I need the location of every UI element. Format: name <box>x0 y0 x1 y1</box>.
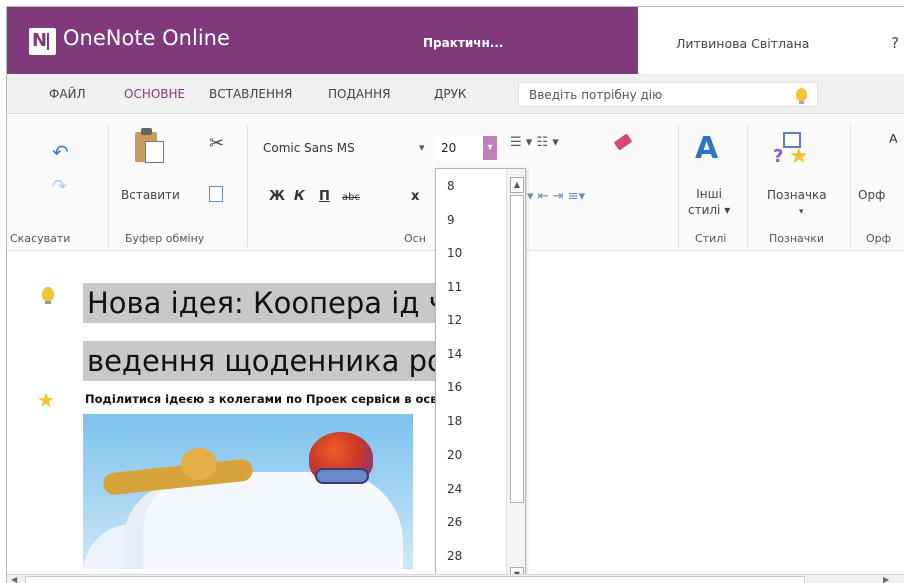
font-size-option[interactable]: 24 <box>447 482 462 496</box>
onenote-logo-icon[interactable]: N <box>29 28 56 55</box>
app-name[interactable]: OneNote Online <box>63 26 230 50</box>
group-label-tags: Позначки <box>769 232 825 245</box>
help-button[interactable]: ? <box>891 34 899 52</box>
group-label-undo: Скасувати <box>10 232 71 245</box>
tell-me-box[interactable]: Введіть потрібну дію <box>518 82 818 107</box>
more-styles-label-2: стилі ▾ <box>688 203 731 217</box>
tag-icon[interactable]: ? ★ <box>773 132 809 170</box>
tab-insert[interactable]: ВСТАВЛЕННЯ <box>209 87 292 101</box>
tab-print[interactable]: ДРУК <box>434 87 466 101</box>
page-image[interactable] <box>83 414 413 569</box>
page-title-line-2[interactable]: ведення щоденника роди <box>83 341 488 381</box>
font-name-value: Comic Sans MS <box>263 141 355 155</box>
font-size-option[interactable]: 10 <box>447 246 462 260</box>
bold-button[interactable]: Ж <box>269 189 285 204</box>
undo-icon[interactable]: ↶ <box>52 140 69 164</box>
group-label-basic-text: Осн <box>404 232 426 245</box>
scroll-thumb[interactable] <box>25 576 805 583</box>
subscript-button[interactable]: x <box>411 189 419 204</box>
font-size-option[interactable]: 11 <box>447 280 462 294</box>
font-name-combo[interactable]: Comic Sans MS ▾ <box>259 136 434 160</box>
spelling-button[interactable]: Орф <box>858 188 885 202</box>
font-size-option[interactable]: 14 <box>447 347 462 361</box>
font-size-combo[interactable]: 20 ▾ <box>435 136 497 160</box>
paste-button[interactable]: Вставити <box>121 188 180 202</box>
scroll-up-icon[interactable]: ▲ <box>510 177 524 193</box>
onenote-window: N OneNote Online Практичн... Литвинова С… <box>6 6 904 583</box>
font-size-dropdown-button[interactable]: ▾ <box>483 136 497 160</box>
redo-icon[interactable]: ↷ <box>52 176 67 197</box>
title-bar: N OneNote Online Практичн... Литвинова С… <box>7 7 904 74</box>
user-name[interactable]: Литвинова Світлана <box>676 36 809 51</box>
font-size-option[interactable]: 9 <box>447 213 455 227</box>
bullet-list-icon[interactable]: ☰ ▾ ☷ ▾ <box>510 135 559 150</box>
idea-tag-icon <box>42 287 54 304</box>
tab-view[interactable]: ПОДАННЯ <box>328 87 390 101</box>
font-size-option[interactable]: 26 <box>447 515 462 529</box>
lightbulb-icon <box>796 88 807 104</box>
cat-head <box>181 448 217 480</box>
dropdown-scrollbar[interactable]: ▲ ▼ <box>506 169 525 583</box>
page-subtitle[interactable]: Поділитися ідеєю з колегами по Проек сер… <box>85 392 458 406</box>
group-label-styles: Стилі <box>695 232 727 245</box>
goggles <box>315 468 369 484</box>
group-label-clipboard: Буфер обміну <box>125 232 205 245</box>
tag-button[interactable]: Позначка <box>767 188 827 202</box>
group-label-spelling: Орф <box>866 232 892 245</box>
ribbon-tabs: ФАЙЛ ОСНОВНЕ ВСТАВЛЕННЯ ПОДАННЯ ДРУК Вве… <box>7 74 904 114</box>
italic-button[interactable]: К <box>294 189 305 204</box>
group-divider <box>247 125 248 247</box>
group-divider <box>678 125 679 247</box>
copy-format-icon[interactable] <box>209 186 223 202</box>
font-size-option[interactable]: 12 <box>447 313 462 327</box>
group-divider <box>747 125 748 247</box>
more-styles-button[interactable]: Інші стилі ▾ <box>688 186 730 218</box>
scroll-thumb[interactable] <box>510 195 524 503</box>
indent-icon[interactable]: ▾ ⇤ ⇥ ≡▾ <box>527 189 585 204</box>
font-size-option[interactable]: 18 <box>447 414 462 428</box>
tab-home[interactable]: ОСНОВНЕ <box>124 87 185 101</box>
group-divider <box>850 125 851 247</box>
scissors-icon[interactable]: ✂ <box>209 133 224 154</box>
font-size-option[interactable]: 8 <box>447 179 455 193</box>
chevron-down-icon[interactable]: ▾ <box>799 207 804 217</box>
horizontal-scrollbar[interactable]: ◀ ▶ <box>7 574 904 583</box>
important-star-icon: ★ <box>37 388 55 412</box>
spelling-icon[interactable]: ᴬ <box>889 130 898 154</box>
group-divider <box>108 125 109 247</box>
underline-button[interactable]: П <box>319 189 330 204</box>
font-size-option[interactable]: 16 <box>447 380 462 394</box>
strikethrough-button[interactable]: abc <box>342 192 360 203</box>
tab-file[interactable]: ФАЙЛ <box>49 87 86 101</box>
more-styles-label-1: Інші <box>696 187 722 201</box>
font-size-option[interactable]: 20 <box>447 448 462 462</box>
document-name[interactable]: Практичн... <box>423 36 503 50</box>
chevron-down-icon[interactable]: ▾ <box>419 141 425 154</box>
tell-me-placeholder: Введіть потрібну дію <box>529 88 663 102</box>
scroll-right-icon[interactable]: ▶ <box>883 575 889 583</box>
font-size-option[interactable]: 28 <box>447 549 462 563</box>
page-title-line-1[interactable]: Нова ідея: Коопера ід час <box>83 283 484 323</box>
font-size-dropdown-list[interactable]: 8 9 10 11 12 14 16 18 20 24 26 28 ▲ ▼ <box>435 168 526 583</box>
styles-icon[interactable]: A <box>695 131 718 166</box>
font-size-value: 20 <box>441 141 457 155</box>
scroll-left-icon[interactable]: ◀ <box>11 575 17 583</box>
paste-icon[interactable] <box>135 127 165 163</box>
clear-format-icon[interactable] <box>613 133 633 151</box>
